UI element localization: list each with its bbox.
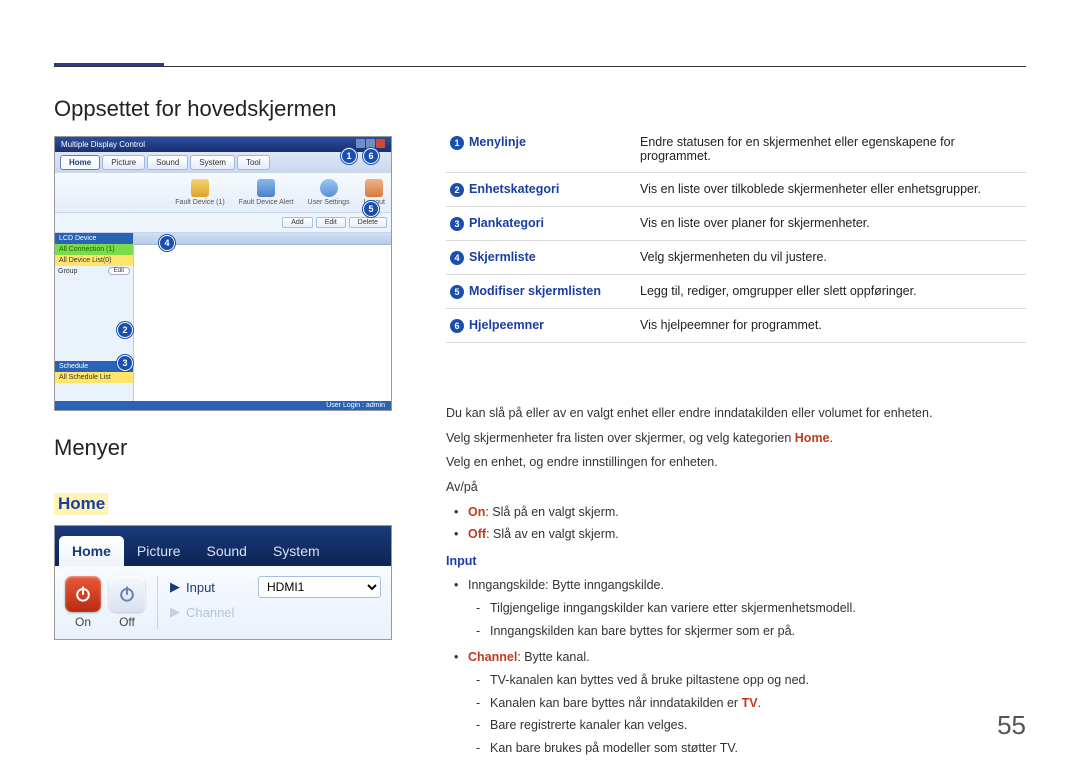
sidebar: LCD Device All Connection (1) All Device… [55,233,134,401]
screenshot-body: LCD Device All Connection (1) All Device… [55,233,391,401]
callout-5: 5 [363,201,379,217]
sidebar-item-devicelist: All Device List(0) [55,255,133,266]
subhead-input: Input [446,551,1026,572]
item-input-note2: Inngangskilden kan bare byttes for skjer… [490,621,1026,642]
legend-row-4: 4Skjermliste Velg skjermenheten du vil j… [446,241,1026,275]
legend-row-6: 6Hjelpeemner Vis hjelpeemner for program… [446,309,1026,343]
menu-tab-system: System [190,155,235,170]
callout-3: 3 [117,355,133,371]
tab-home: Home [59,536,124,566]
callout-6: 6 [363,148,379,164]
callout-4: 4 [159,235,175,251]
heading-menyer: Menyer [54,435,392,461]
window-title: Multiple Display Control [61,140,145,149]
item-off: Off: Slå av en valgt skjerm. [468,524,1026,545]
para-2: Velg skjermenheter fra listen over skjer… [446,428,1026,449]
sidebar-group-edit: Edit [108,267,130,275]
home-fields: ▶ Input HDMI1 ▶ Channel [170,576,381,620]
status-bar: User Login : admin [55,401,391,410]
btn-add: Add [282,217,312,228]
item-channel: Channel: Bytte kanal. [468,647,1026,668]
content-columns: Oppsettet for hovedskjermen Multiple Dis… [54,96,1026,764]
input-select[interactable]: HDMI1 [258,576,381,598]
menu-tab-picture: Picture [102,155,145,170]
field-input: ▶ Input HDMI1 [170,576,381,598]
item-ch-note3: Bare registrerte kanaler kan velges. [490,715,1026,736]
callout-2: 2 [117,322,133,338]
item-input-source: Inngangskilde: Bytte inngangskilde. [468,575,1026,596]
menu-tab-sound: Sound [147,155,188,170]
list-input: Inngangskilde: Bytte inngangskilde. Tilg… [446,575,1026,758]
power-on-icon [65,576,101,612]
divider [157,576,158,629]
right-column: 1Menylinje Endre statusen for en skjerme… [446,96,1026,764]
toolbar: Fault Device (1) Fault Device Alert User… [55,173,391,213]
home-tabs: Home Picture Sound System [55,526,391,566]
menu-tab-home: Home [60,155,100,170]
window-titlebar: Multiple Display Control [55,137,391,152]
item-ch-note4: Kan bare brukes på modeller som støtter … [490,738,1026,759]
para-3: Velg en enhet, og endre innstillingen fo… [446,452,1026,473]
tool-fault-device: Fault Device (1) [175,179,224,206]
btn-edit: Edit [316,217,346,228]
tab-sound: Sound [193,536,259,566]
sidebar-item-schedule: All Schedule List [55,372,133,383]
legend-row-3: 3Plankategori Vis en liste over planer f… [446,207,1026,241]
callout-1: 1 [341,148,357,164]
btn-delete: Delete [349,217,387,228]
header-rule [54,66,1026,67]
tab-system: System [260,536,333,566]
power-buttons: On Off [65,576,145,629]
item-ch-note2: Kanalen kan bare byttes når inndatakilde… [490,693,1026,714]
legend-table: 1Menylinje Endre statusen for en skjerme… [446,126,1026,343]
legend-row-1: 1Menylinje Endre statusen for en skjerme… [446,126,1026,173]
heading-home: Home [54,493,109,515]
menu-tab-tool: Tool [237,155,270,170]
item-on: On: Slå på en valgt skjerm. [468,502,1026,523]
item-input-note1: Tilgjengelige inngangskilder kan variere… [490,598,1026,619]
screenshot-main-area [134,233,391,401]
home-body: On Off ▶ Input [55,566,391,639]
left-column: Oppsettet for hovedskjermen Multiple Dis… [54,96,392,764]
screenshot-home-panel: Home Picture Sound System On [54,525,392,640]
modify-button-row: Add Edit Delete [55,213,391,233]
power-off: Off [109,576,145,629]
field-channel: ▶ Channel [170,604,381,620]
legend-row-2: 2Enhetskategori Vis en liste over tilkob… [446,173,1026,207]
page-number: 55 [997,710,1026,741]
item-ch-note1: TV-kanalen kan byttes ved å bruke piltas… [490,670,1026,691]
tool-fault-alert: Fault Device Alert [239,179,294,206]
sidebar-item-connection: All Connection (1) [55,244,133,255]
tab-picture: Picture [124,536,194,566]
sidebar-hdr-device: LCD Device [55,233,133,244]
page: Oppsettet for hovedskjermen Multiple Dis… [0,0,1080,763]
heading-oppsettet: Oppsettet for hovedskjermen [54,96,392,122]
sidebar-group-row: Group Edit [55,266,133,276]
screenshot-main-layout: Multiple Display Control Home Picture So… [54,136,392,411]
legend-row-5: 5Modifiser skjermlisten Legg til, redige… [446,275,1026,309]
list-power: On: Slå på en valgt skjerm. Off: Slå av … [446,502,1026,545]
para-1: Du kan slå på eller av en valgt enhet el… [446,403,1026,424]
body-text: Du kan slå på eller av en valgt enhet el… [446,403,1026,758]
power-on: On [65,576,101,629]
tool-user-settings: User Settings [308,179,350,206]
para-4: Av/på [446,477,1026,498]
power-off-icon [109,576,145,612]
